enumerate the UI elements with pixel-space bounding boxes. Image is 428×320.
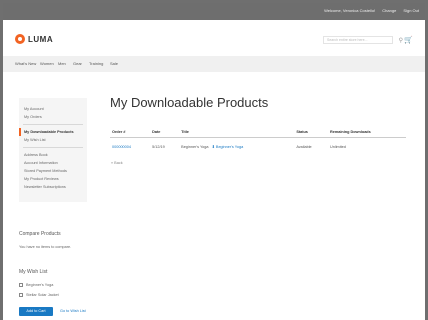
search-placeholder: Search entire store here...	[327, 38, 368, 42]
sidebar-item-product-reviews[interactable]: My Product Reviews	[19, 175, 87, 183]
wish-list-item[interactable]: Beginner's Yoga	[19, 283, 53, 287]
welcome-message: Welcome, Veronica Costello!	[324, 8, 376, 13]
nav-item-whats-new[interactable]: What's New	[15, 61, 36, 66]
compare-empty-text: You have no items to compare.	[19, 245, 72, 249]
wish-item-checkbox[interactable]	[19, 283, 23, 287]
add-to-cart-button[interactable]: Add to Cart	[19, 307, 53, 316]
logo-text: LUMA	[28, 34, 54, 44]
go-to-wish-list-link[interactable]: Go to Wish List	[60, 309, 86, 313]
page-title: My Downloadable Products	[110, 95, 269, 110]
order-number-cell: 000000004	[110, 138, 150, 156]
table-row: 000000004 5/12/19 Beginner's Yoga ⬇ Begi…	[110, 138, 406, 156]
top-bar: Welcome, Veronica Costello! Change Sign …	[3, 3, 425, 20]
luma-logo-icon	[15, 34, 25, 44]
wish-list-title: My Wish List	[19, 269, 48, 275]
wish-item-name[interactable]: Beginner's Yoga	[26, 283, 53, 287]
date-cell: 5/12/19	[152, 144, 165, 149]
store-logo[interactable]: LUMA	[15, 34, 53, 44]
main-navigation: What's New Women Men Gear Training Sale	[3, 56, 425, 72]
title-cell: Beginner's Yoga ⬇ Beginner's Yoga	[179, 138, 294, 156]
sign-out-link[interactable]: Sign Out	[403, 8, 419, 13]
sidebar-item-wish-list[interactable]: My Wish List	[19, 136, 87, 144]
sidebar-item-account-information[interactable]: Account Information	[19, 159, 87, 167]
table-header-row: Order # Date Title Status Remaining Down…	[110, 127, 406, 138]
downloadable-products-table: Order # Date Title Status Remaining Down…	[110, 127, 406, 155]
sidebar-divider	[23, 124, 83, 125]
wish-item-checkbox[interactable]	[19, 293, 23, 297]
column-header-date: Date	[150, 127, 180, 138]
nav-item-training[interactable]: Training	[89, 61, 103, 66]
account-menu-toggle[interactable]: Change	[382, 8, 396, 13]
download-link[interactable]: ⬇ Beginner's Yoga	[212, 145, 244, 149]
sidebar-item-my-account[interactable]: My Account	[19, 105, 87, 113]
page: Welcome, Veronica Costello! Change Sign …	[3, 3, 425, 320]
nav-item-gear[interactable]: Gear	[73, 61, 82, 66]
wish-item-name[interactable]: Stellar Solar Jacket	[26, 293, 59, 297]
compare-products-title: Compare Products	[19, 231, 61, 237]
header-links: Welcome, Veronica Costello! Change Sign …	[318, 8, 419, 13]
status-cell: Available	[296, 144, 312, 149]
column-header-remaining: Remaining Downloads	[328, 127, 406, 138]
nav-item-women[interactable]: Women	[40, 61, 54, 66]
sidebar-item-newsletter[interactable]: Newsletter Subscriptions	[19, 183, 87, 191]
account-sidebar: My Account My Orders My Downloadable Pro…	[19, 98, 87, 202]
sidebar-item-payment-methods[interactable]: Stored Payment Methods	[19, 167, 87, 175]
cart-icon[interactable]: 🛒	[404, 36, 413, 44]
sidebar-item-downloadable-products: My Downloadable Products	[19, 128, 87, 136]
nav-item-men[interactable]: Men	[58, 61, 66, 66]
column-header-status: Status	[294, 127, 329, 138]
column-header-title: Title	[179, 127, 295, 138]
back-link[interactable]: « Back	[111, 161, 123, 165]
header: LUMA Search entire store here... ⚲ 🛒	[3, 20, 425, 56]
sidebar-item-address-book[interactable]: Address Book	[19, 151, 87, 159]
nav-item-sale[interactable]: Sale	[110, 61, 118, 66]
order-number-link[interactable]: 000000004	[112, 145, 131, 149]
column-header-order: Order #	[110, 127, 151, 138]
product-title: Beginner's Yoga	[181, 145, 209, 149]
wish-list-item[interactable]: Stellar Solar Jacket	[19, 293, 59, 297]
download-icon: ⬇	[211, 145, 215, 149]
download-link-label: Beginner's Yoga	[215, 145, 244, 149]
search-input[interactable]: Search entire store here...	[323, 36, 393, 44]
sidebar-item-my-orders[interactable]: My Orders	[19, 113, 87, 121]
search-icon[interactable]: ⚲	[399, 37, 403, 44]
sidebar-divider	[23, 147, 83, 148]
remaining-downloads-cell: Unlimited	[330, 144, 346, 149]
